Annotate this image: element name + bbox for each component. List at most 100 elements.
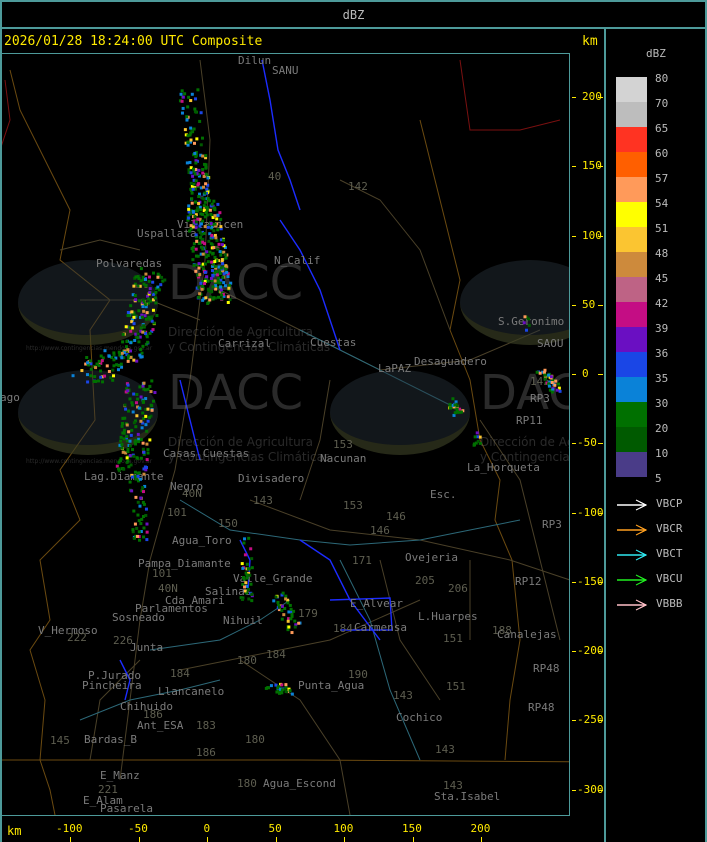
radar-echo — [286, 601, 290, 605]
radar-echo — [193, 151, 197, 155]
y-tick-label: -50 — [577, 436, 597, 450]
radar-echo — [180, 99, 184, 103]
radar-echo — [199, 222, 203, 226]
radar-echo — [222, 272, 226, 276]
radar-echo — [144, 397, 148, 401]
radar-echo — [101, 380, 105, 384]
radar-echo — [293, 619, 297, 623]
wind-source-vbbb: VBBB — [616, 597, 706, 613]
radar-echo — [131, 448, 135, 452]
legend-level-label: 45 — [655, 272, 669, 285]
radar-echo — [250, 592, 254, 596]
radar-echo — [293, 625, 297, 629]
radar-echo — [132, 454, 136, 458]
arrow-icon — [617, 549, 648, 561]
radar-echo — [126, 348, 130, 352]
radar-echo — [224, 267, 228, 271]
radar-echo — [243, 585, 247, 589]
radar-echo — [139, 438, 143, 442]
legend-title: dBZ — [646, 47, 666, 60]
radar-echo — [290, 612, 294, 616]
title-bar-label: dBZ — [342, 8, 365, 22]
radar-echo — [99, 354, 103, 358]
radar-echo — [187, 210, 191, 214]
radar-echo — [193, 107, 197, 111]
radar-echo — [211, 273, 215, 277]
radar-echo — [186, 105, 190, 109]
radar-echo — [139, 456, 143, 460]
radar-echo — [198, 273, 202, 277]
radar-echo — [191, 245, 195, 249]
radar-echo — [218, 272, 222, 276]
radar-echo — [186, 143, 190, 147]
radar-echo — [449, 406, 453, 410]
radar-echo — [250, 566, 254, 570]
radar-echo — [208, 298, 212, 302]
radar-echo — [475, 431, 479, 435]
radar-echo — [136, 513, 140, 517]
radar-echo — [250, 557, 254, 561]
arrow-icon — [617, 499, 648, 511]
radar-echo — [194, 161, 198, 165]
radar-echo — [197, 262, 201, 266]
radar-echo — [210, 202, 214, 206]
radar-echo — [137, 440, 141, 444]
radar-echo — [535, 370, 539, 374]
radar-echo — [140, 426, 144, 430]
y-tick-mark — [572, 374, 576, 375]
y-tick-mark — [572, 443, 576, 445]
radar-echo — [194, 179, 198, 183]
wind-source-label: VBCT — [656, 547, 683, 560]
radar-echo — [245, 576, 249, 580]
radar-echo — [136, 336, 140, 340]
radar-echo — [128, 397, 132, 401]
radar-echo — [138, 477, 142, 481]
y-tick-label: 0 — [582, 367, 589, 380]
radar-echo — [189, 99, 193, 103]
radar-echo — [183, 128, 187, 132]
radar-echo — [478, 435, 482, 439]
legend-level-label: 20 — [655, 422, 669, 435]
radar-echo — [197, 195, 201, 199]
radar-map[interactable]: DACC Dirección de Agricultura y Contingenc… — [1, 53, 570, 816]
radar-echo — [141, 330, 145, 334]
radar-echo — [217, 242, 221, 246]
legend-level-label: 60 — [655, 147, 669, 160]
radar-echo — [134, 495, 138, 499]
radar-echo — [550, 390, 554, 394]
radar-echo — [131, 410, 135, 414]
radar-echo — [284, 594, 288, 598]
x-tick-label: 50 — [268, 822, 282, 835]
radar-echo — [142, 309, 146, 313]
radar-echo — [191, 187, 195, 191]
radar-echo — [118, 459, 122, 463]
arrow-icon — [617, 599, 648, 611]
radar-echo — [188, 160, 192, 164]
radar-echo — [210, 269, 214, 273]
radar-echo — [141, 305, 145, 309]
radar-echo — [125, 345, 129, 349]
radar-echo — [219, 225, 223, 229]
y-tick-mark — [572, 97, 576, 98]
legend-level-label: 5 — [655, 472, 662, 485]
radar-echo — [186, 134, 190, 138]
radar-echo — [123, 403, 127, 407]
radar-echo — [269, 684, 273, 688]
y-tick-mark — [572, 789, 576, 791]
radar-echo — [219, 288, 223, 292]
radar-echo — [180, 111, 184, 115]
radar-echo — [201, 252, 205, 256]
radar-echo — [142, 535, 146, 539]
radar-echo — [143, 314, 147, 318]
radar-echo — [137, 299, 141, 303]
radar-echo — [241, 566, 245, 570]
radar-echo — [213, 279, 217, 283]
radar-echo — [205, 187, 209, 191]
radar-echo — [547, 373, 551, 377]
radar-echo — [138, 504, 142, 508]
radar-echo — [139, 326, 143, 330]
legend-swatch — [616, 302, 647, 327]
radar-echo — [126, 389, 130, 393]
radar-echo — [249, 547, 253, 551]
radar-echo — [121, 332, 125, 336]
